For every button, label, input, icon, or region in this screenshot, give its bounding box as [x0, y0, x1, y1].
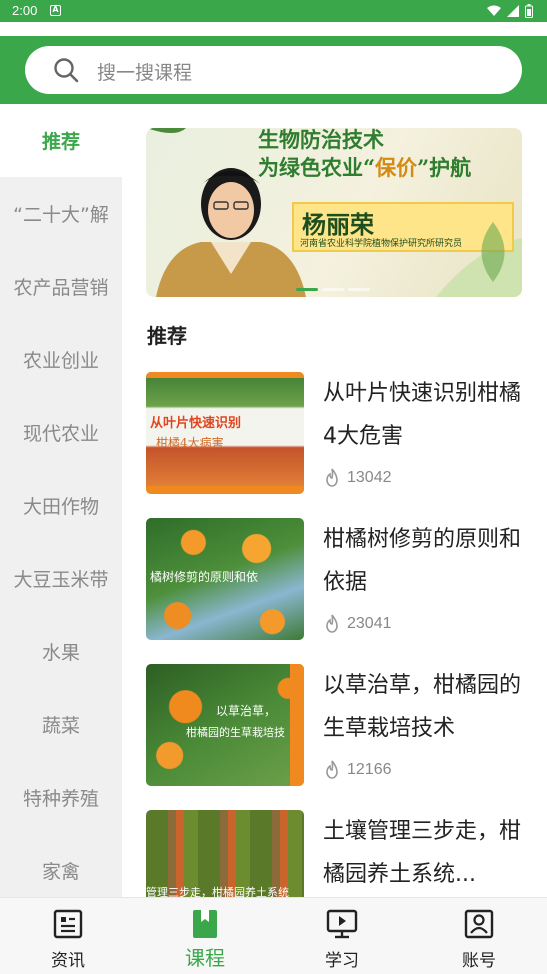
carousel-dot	[296, 288, 318, 291]
course-thumbnail: 从叶片快速识别 柑橘4大病害	[146, 372, 304, 494]
sidebar-item-vegetables[interactable]: 蔬菜	[0, 688, 122, 761]
flame-icon	[326, 468, 338, 487]
thumbnail-caption: 从叶片快速识别	[150, 416, 242, 431]
carousel-dot	[348, 288, 370, 291]
nav-tab-courses[interactable]: 课程	[137, 898, 273, 974]
course-title: 从叶片快速识别柑橘4大危害	[323, 381, 522, 449]
notification-icon: A	[50, 5, 61, 16]
flame-icon	[326, 614, 338, 633]
sidebar-item-soy-corn[interactable]: 大豆玉米带	[0, 542, 122, 615]
sidebar-item-field-crops[interactable]: 大田作物	[0, 469, 122, 542]
banner-headline-1: 生物防治技术	[258, 128, 384, 152]
banner-headline-suffix: ”护航	[417, 155, 472, 180]
carousel-indicator	[296, 288, 370, 291]
search-input[interactable]: 搜一搜课程	[25, 46, 522, 94]
sidebar-item-fruit[interactable]: 水果	[0, 615, 122, 688]
thumbnail-caption: 柑橘园的生草栽培技	[186, 726, 285, 739]
view-count: 13042	[347, 469, 392, 486]
banner-headline-2: 为绿色农业“保价”护航	[258, 152, 471, 182]
status-icons	[487, 4, 533, 18]
thumbnail-caption: 以草治草，	[216, 704, 277, 718]
status-time: 2:00	[12, 3, 38, 18]
thumbnail-caption: 柑橘4大病害	[156, 436, 224, 450]
course-title: 柑橘树修剪的原则和依据	[323, 527, 522, 595]
sidebar-item-modern-agri[interactable]: 现代农业	[0, 396, 122, 469]
search-icon	[54, 58, 79, 83]
section-title: 推荐	[147, 324, 187, 348]
account-icon	[464, 909, 494, 939]
nav-label: 资讯	[51, 951, 85, 971]
study-icon	[326, 909, 358, 939]
nav-label: 学习	[325, 951, 359, 971]
status-spacer	[0, 22, 547, 36]
view-count: 23041	[347, 615, 392, 632]
course-icon	[193, 910, 217, 938]
thumbnail-caption: 橘树修剪的原则和依	[150, 570, 259, 584]
carousel-dot	[322, 288, 344, 291]
leaf-decoration-icon	[481, 222, 505, 282]
speaker-name: 杨丽荣	[302, 210, 374, 239]
search-header: 搜一搜课程	[0, 36, 547, 104]
news-icon	[53, 909, 83, 939]
course-thumbnail: 以草治草， 柑橘园的生草栽培技	[146, 664, 304, 786]
nav-tab-news[interactable]: 资讯	[0, 898, 136, 974]
sidebar-item-agri-startup[interactable]: 农业创业	[0, 323, 122, 396]
app-screen: 2:00 A 搜一搜课程 推荐 “二十大”解 农产品营销 农业创业 现代农业 大…	[0, 0, 547, 974]
sidebar-item-recommend[interactable]: 推荐	[0, 104, 122, 177]
banner-headline-highlight: 保价	[375, 155, 418, 180]
course-views: 23041	[323, 614, 392, 634]
sidebar-item-special-breeding[interactable]: 特种养殖	[0, 761, 122, 834]
view-count: 12166	[347, 761, 392, 778]
course-title: 土壤管理三步走，柑橘园养土系统...	[323, 819, 522, 887]
battery-icon	[525, 4, 533, 18]
nav-tab-study[interactable]: 学习	[274, 898, 410, 974]
sidebar-item-agri-marketing[interactable]: 农产品营销	[0, 250, 122, 323]
course-thumbnail: 橘树修剪的原则和依	[146, 518, 304, 640]
status-bar: 2:00 A	[0, 0, 547, 22]
course-views: 12166	[323, 760, 392, 780]
bottom-navigation: 资讯 课程 学习 账号	[0, 897, 547, 974]
nav-label: 账号	[462, 951, 496, 971]
banner-carousel[interactable]: 生物防治技术 为绿色农业“保价”护航 杨丽荣 河南省农业科学院植物保护研究所研究…	[146, 128, 522, 297]
banner-headline-prefix: 为绿色农业“	[258, 155, 376, 180]
course-item[interactable]: 橘树修剪的原则和依 柑橘树修剪的原则和依据 23041	[146, 518, 522, 640]
wifi-icon	[487, 5, 501, 16]
nav-label: 课程	[185, 946, 225, 970]
search-placeholder: 搜一搜课程	[97, 62, 193, 84]
speaker-org: 河南省农业科学院植物保护研究所研究员	[300, 239, 463, 249]
flame-icon	[326, 760, 338, 779]
signal-icon	[507, 5, 519, 17]
sidebar-item-twentieth-congress[interactable]: “二十大”解	[0, 177, 122, 250]
course-title: 以草治草，柑橘园的生草栽培技术	[323, 673, 522, 741]
course-item[interactable]: 以草治草， 柑橘园的生草栽培技 以草治草，柑橘园的生草栽培技术 12166	[146, 664, 522, 786]
category-sidebar: 推荐 “二十大”解 农产品营销 农业创业 现代农业 大田作物 大豆玉米带 水果 …	[0, 104, 122, 897]
nav-tab-account[interactable]: 账号	[411, 898, 547, 974]
course-views: 13042	[323, 468, 392, 488]
course-item[interactable]: 从叶片快速识别 柑橘4大病害 从叶片快速识别柑橘4大危害 13042	[146, 372, 522, 494]
